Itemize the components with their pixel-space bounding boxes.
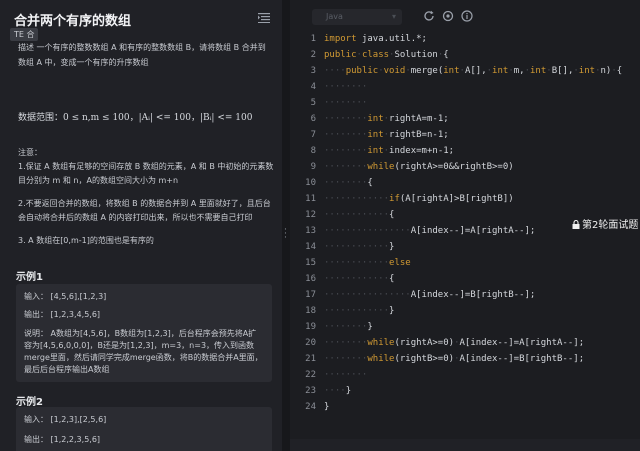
drag-handle-icon: · · · <box>284 225 287 243</box>
code-line: 7 ········int·rightB=n-1; <box>290 127 640 143</box>
example-1-explanation: 说明： A数组为[4,5,6]，B数组为[1,2,3]，后台程序会预先将A扩容为… <box>24 329 263 374</box>
refresh-icon[interactable] <box>423 10 435 22</box>
line-number: 16 <box>305 274 316 284</box>
line-number: 12 <box>305 210 316 220</box>
line-number: 19 <box>305 322 316 332</box>
problem-title: 合并两个有序的数组 <box>14 14 132 29</box>
code-line: 8 ········int·index=m+n-1; <box>290 143 640 159</box>
note-item: 1.保证 A 数组有足够的空间存放 B 数组的元素，A 和 B 中初始的元素数目… <box>18 162 274 185</box>
line-number: 14 <box>305 242 316 252</box>
example-2-output: 输出： [1,2,2,3,5,6] <box>24 435 101 444</box>
line-number: 17 <box>305 290 316 300</box>
language-select[interactable]: Java ▾ <box>312 9 402 25</box>
editor-toolbar: Java ▾ <box>290 0 640 30</box>
code-line: 15 ············else <box>290 255 640 271</box>
interview-round-text: 第2轮面试题 <box>582 220 639 231</box>
chevron-down-icon: ▾ <box>391 12 396 21</box>
example-1-box: 输入： [4,5,6],[1,2,3] 输出： [1,2,3,4,5,6] 说明… <box>16 284 272 382</box>
example-1-output: 输出： [1,2,3,4,5,6] <box>24 310 101 319</box>
data-range: 数据范围：0 ≤ n,m ≤ 100，|Aᵢ| <= 100，|Bᵢ| <= 1… <box>18 113 253 123</box>
line-number: 20 <box>305 338 316 348</box>
line-number: 4 <box>310 82 316 92</box>
line-number: 11 <box>305 194 316 204</box>
notes-header: 注意： <box>18 148 42 157</box>
code-line: 22 ········ <box>290 367 640 383</box>
line-number: 7 <box>310 130 316 140</box>
code-line: 2 public·class·Solution·{ <box>290 47 640 63</box>
list-icon[interactable] <box>258 12 270 23</box>
code-line: 16 ············{ <box>290 271 640 287</box>
code-line: 24} <box>290 399 640 415</box>
code-line: 5 ········ <box>290 95 640 111</box>
note-item: 2.不要返回合并的数组，将数组 B 的数据合并到 A 里面就好了，且后台会自动将… <box>18 199 271 222</box>
settings-icon[interactable] <box>442 10 454 22</box>
code-line: 18 ············} <box>290 303 640 319</box>
problem-header: 合并两个有序的数组 <box>0 0 282 30</box>
line-number: 8 <box>310 146 316 156</box>
interview-round-label: 第2轮面试题 <box>572 216 638 231</box>
lock-icon <box>572 220 580 229</box>
line-number: 22 <box>305 370 316 380</box>
code-line: 3 ····public·void·merge(int·A[],·int·m,·i… <box>290 63 640 79</box>
example-2-box: 输入： [1,2,3],[2,5,6] 输出： [1,2,2,3,5,6] <box>16 407 272 451</box>
code-line: 17 ················A[index--]=B[rightB--]… <box>290 287 640 303</box>
example-2-input: 输入： [1,2,3],[2,5,6] <box>24 415 107 424</box>
line-number: 24 <box>305 402 316 412</box>
code-line: 11 ············if(A[rightA]>B[rightB]) <box>290 191 640 207</box>
code-line: 14 ············} <box>290 239 640 255</box>
line-number: 23 <box>305 386 316 396</box>
problem-panel: 合并两个有序的数组 TE 合 描述 一个有序的整数数组 A 和有序的整数数组 B… <box>0 0 282 451</box>
code-line: 20 ········while(rightA>=0)·A[index--]=A[… <box>290 335 640 351</box>
example-1-input: 输入： [4,5,6],[1,2,3] <box>24 292 107 301</box>
line-number: 1 <box>310 34 316 44</box>
example-1-title: 示例1 <box>16 272 43 283</box>
line-number: 18 <box>305 306 316 316</box>
line-number: 9 <box>310 162 316 172</box>
code-line: 6 ········int·rightA=m-1; <box>290 111 640 127</box>
code-line: 21 ········while(rightB>=0)·A[index--]=B[… <box>290 351 640 367</box>
code-line: 23 ····} <box>290 383 640 399</box>
editor-bottom-bar <box>290 439 640 451</box>
info-icon[interactable] <box>461 10 473 22</box>
language-value: Java <box>326 12 343 21</box>
line-number: 10 <box>305 178 316 188</box>
code-line: 10 ········{ <box>290 175 640 191</box>
line-number: 6 <box>310 114 316 124</box>
code-line: 1 import java.util.*; <box>290 31 640 47</box>
line-number: 13 <box>305 226 316 236</box>
panel-resize-handle[interactable]: · · · <box>282 0 290 451</box>
problem-description: 描述 一个有序的整数数组 A 和有序的整数数组 B，请将数组 B 合并到数组 A… <box>18 43 266 67</box>
app: 合并两个有序的数组 TE 合 描述 一个有序的整数数组 A 和有序的整数数组 B… <box>0 0 640 451</box>
example-2-title: 示例2 <box>16 397 43 408</box>
line-number: 5 <box>310 98 316 108</box>
code-line: 9 ········while(rightA>=0&&rightB>=0) <box>290 159 640 175</box>
line-number: 3 <box>310 66 316 76</box>
line-number: 21 <box>305 354 316 364</box>
line-number: 15 <box>305 258 316 268</box>
code-line: 19 ········} <box>290 319 640 335</box>
note-item: 3. A 数组在[0,m-1]的范围也是有序的 <box>18 236 154 245</box>
notes-section: 注意： 1.保证 A 数组有足够的空间存放 B 数组的元素，A 和 B 中初始的… <box>18 146 276 257</box>
line-number: 2 <box>310 50 316 60</box>
code-line: 4 ········ <box>290 79 640 95</box>
